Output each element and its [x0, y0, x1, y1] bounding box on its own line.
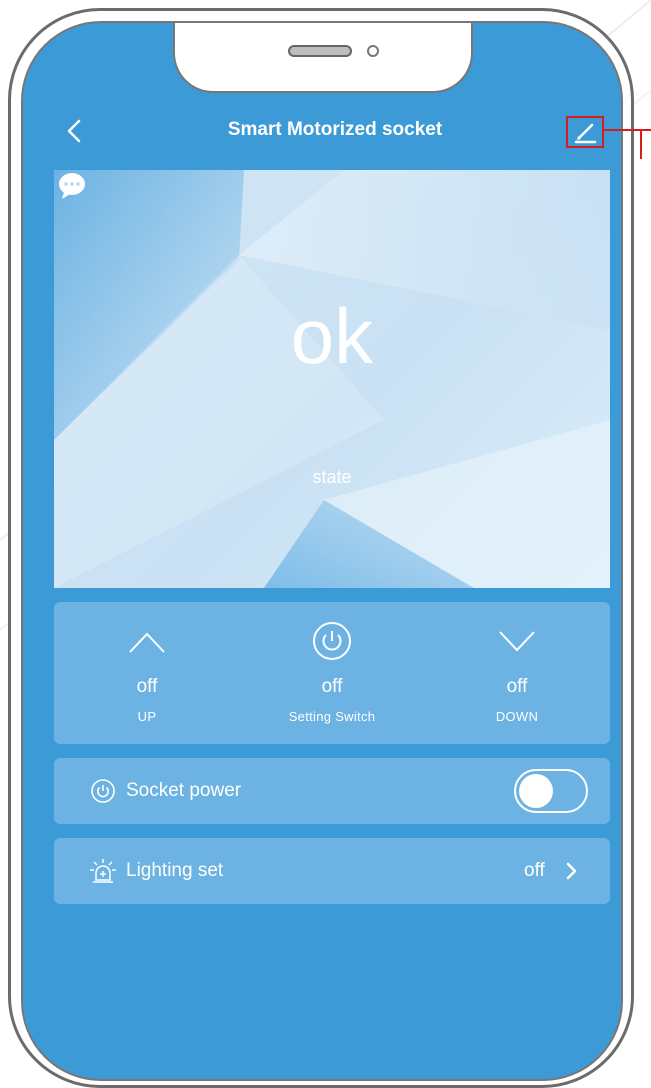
- socket-power-toggle[interactable]: [514, 769, 588, 813]
- annotation-pointer-tail: [640, 129, 642, 159]
- pencil-icon: [574, 123, 597, 144]
- page: Smart Motorized socket ok state off UP o…: [0, 0, 651, 1088]
- setting-switch-control[interactable]: off Setting Switch: [239, 602, 425, 744]
- chevron-up-icon: [129, 632, 165, 653]
- phone-notch: [173, 23, 473, 93]
- front-camera: [367, 45, 379, 57]
- down-control[interactable]: off DOWN: [424, 602, 610, 744]
- chat-bubble-icon: [59, 173, 85, 199]
- status-label: state: [312, 467, 352, 487]
- back-button[interactable]: [62, 116, 86, 146]
- up-control[interactable]: off UP: [54, 602, 240, 744]
- edit-button[interactable]: [566, 116, 604, 148]
- setting-switch-label: Setting Switch: [288, 709, 376, 724]
- down-state: off: [506, 676, 528, 697]
- control-panel: off UP off Setting Switch off DOWN: [54, 602, 610, 744]
- down-label: DOWN: [495, 709, 539, 724]
- status-card: ok state: [54, 170, 610, 588]
- chevron-left-icon: [67, 119, 81, 143]
- speaker-grille: [288, 45, 352, 57]
- alarm-light-icon: [90, 859, 116, 883]
- setting-switch-state: off: [321, 676, 343, 697]
- up-state: off: [136, 676, 158, 697]
- annotation-pointer: [604, 129, 651, 131]
- socket-power-label: Socket power: [126, 780, 242, 801]
- status-value: ok: [290, 292, 374, 380]
- lighting-set-value: off: [524, 860, 545, 881]
- page-title: Smart Motorized socket: [227, 119, 443, 140]
- socket-power-row: Socket power: [54, 758, 610, 824]
- toggle-knob: [519, 774, 553, 808]
- power-icon: [313, 622, 351, 660]
- chevron-right-icon: [566, 862, 577, 880]
- power-icon: [91, 779, 115, 803]
- lighting-set-row[interactable]: Lighting set off: [54, 838, 610, 904]
- up-label: UP: [137, 709, 157, 724]
- lighting-set-label: Lighting set: [126, 860, 224, 881]
- chevron-down-icon: [499, 631, 535, 652]
